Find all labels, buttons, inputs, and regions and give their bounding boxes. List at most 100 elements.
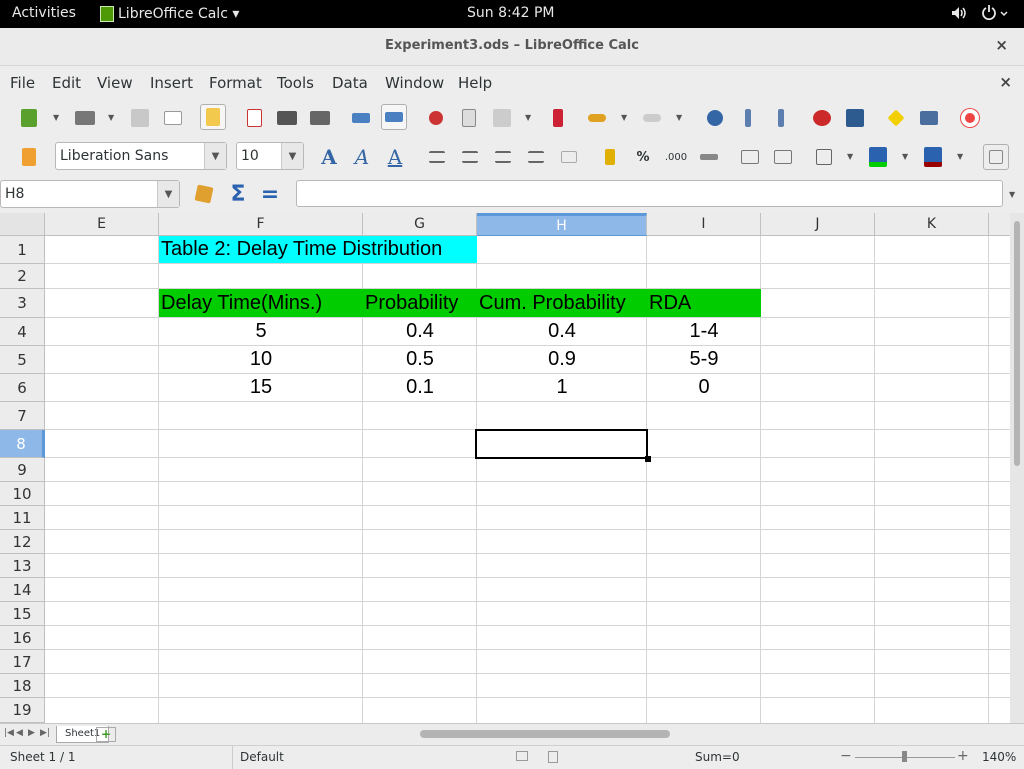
horizontal-scroll-thumb[interactable] — [420, 730, 670, 738]
copy-icon[interactable] — [456, 105, 482, 131]
percent-format-icon[interactable]: % — [630, 144, 656, 170]
help-lifebuoy-icon[interactable] — [957, 105, 983, 131]
undo-dropdown-arrow[interactable]: ▼ — [621, 113, 627, 122]
open-dropdown-arrow[interactable]: ▼ — [108, 113, 114, 122]
increase-indent-icon[interactable] — [770, 144, 796, 170]
power-icon[interactable] — [980, 4, 1010, 22]
menu-tools[interactable]: Tools — [277, 74, 314, 92]
redo-icon[interactable] — [639, 105, 665, 131]
header-rda[interactable]: RDA — [647, 289, 761, 317]
row-header-11[interactable]: 11 — [0, 506, 45, 530]
menu-view[interactable]: View — [97, 74, 133, 92]
table-cell[interactable]: 10 — [159, 346, 363, 373]
menu-edit[interactable]: Edit — [52, 74, 81, 92]
table-cell[interactable]: 0 — [647, 374, 761, 401]
selection-mode-icon[interactable] — [516, 751, 528, 761]
volume-icon[interactable] — [950, 4, 968, 22]
table-cell[interactable]: 5-9 — [647, 346, 761, 373]
row-header-16[interactable]: 16 — [0, 626, 45, 650]
row-header-5[interactable]: 5 — [0, 346, 45, 374]
name-box-dropdown[interactable]: ▼ — [157, 181, 179, 207]
menu-file[interactable]: File — [10, 74, 35, 92]
merge-cells-icon[interactable] — [556, 144, 582, 170]
font-name-dropdown[interactable]: ▼ — [204, 143, 226, 169]
pivot-table-icon[interactable] — [842, 105, 868, 131]
print-preview-icon[interactable] — [307, 105, 333, 131]
paste-icon[interactable] — [489, 105, 515, 131]
row-header-8[interactable]: 8 — [0, 430, 45, 458]
align-right-icon[interactable] — [490, 144, 516, 170]
redo-dropdown-arrow[interactable]: ▼ — [676, 113, 682, 122]
table-cell[interactable]: 0.4 — [363, 318, 477, 345]
row-header-4[interactable]: 4 — [0, 318, 45, 346]
row-header-15[interactable]: 15 — [0, 602, 45, 626]
zoom-in-button[interactable]: + — [957, 748, 969, 764]
name-box[interactable]: H8 ▼ — [0, 180, 180, 208]
background-color-dropdown-arrow[interactable]: ▼ — [902, 152, 908, 161]
email-icon[interactable] — [160, 105, 186, 131]
row-header-13[interactable]: 13 — [0, 554, 45, 578]
last-sheet-nav-icon[interactable]: ▶| — [40, 728, 50, 738]
table-cell[interactable]: 15 — [159, 374, 363, 401]
edit-mode-icon[interactable] — [200, 104, 226, 130]
row-header-18[interactable]: 18 — [0, 674, 45, 698]
cut-icon[interactable] — [423, 105, 449, 131]
row-header-1[interactable]: 1 — [0, 236, 45, 264]
table-cell[interactable]: 0.5 — [363, 346, 477, 373]
align-left-icon[interactable] — [424, 144, 450, 170]
fill-handle[interactable] — [645, 456, 651, 462]
new-dropdown-arrow[interactable]: ▼ — [53, 113, 59, 122]
row-header-3[interactable]: 3 — [0, 289, 45, 318]
table-cell[interactable]: 0.4 — [477, 318, 647, 345]
decrease-indent-icon[interactable] — [737, 144, 763, 170]
font-color-dropdown-arrow[interactable]: ▼ — [957, 152, 963, 161]
print-icon[interactable] — [274, 105, 300, 131]
font-color-icon[interactable] — [920, 144, 946, 170]
zoom-out-button[interactable]: − — [840, 748, 852, 764]
column-header-i[interactable]: I — [647, 213, 761, 236]
activities-button[interactable]: Activities — [12, 5, 76, 21]
column-header-k[interactable]: K — [875, 213, 989, 236]
row-header-9[interactable]: 9 — [0, 458, 45, 482]
table-cell[interactable]: 0.1 — [363, 374, 477, 401]
page-style-status[interactable]: Default — [240, 750, 284, 764]
window-close-button[interactable]: × — [995, 36, 1008, 54]
function-wizard-icon[interactable] — [191, 181, 217, 207]
column-header-partial[interactable] — [989, 213, 1010, 236]
column-header-j[interactable]: J — [761, 213, 875, 236]
row-header-14[interactable]: 14 — [0, 578, 45, 602]
prev-sheet-nav-icon[interactable]: ◀ — [16, 728, 23, 738]
table-title-cell[interactable]: Table 2: Delay Time Distribution — [159, 236, 477, 263]
selected-cell-cursor[interactable] — [475, 429, 648, 459]
background-color-icon[interactable] — [865, 144, 891, 170]
table-cell[interactable]: 1 — [477, 374, 647, 401]
borders-icon[interactable] — [811, 144, 837, 170]
insert-chart-icon[interactable] — [809, 105, 835, 131]
menu-window[interactable]: Window — [385, 74, 444, 92]
spreadsheet-grid[interactable]: E F G H I J K 1 2 3 4 5 6 7 8 9 10 11 12… — [0, 213, 1010, 723]
toolbar-options-icon[interactable] — [983, 144, 1009, 170]
styles-icon[interactable] — [16, 144, 42, 170]
autospellcheck-icon[interactable] — [381, 104, 407, 130]
save-icon[interactable] — [127, 105, 153, 131]
underline-icon[interactable]: A — [382, 144, 408, 170]
hyperlink-icon[interactable] — [702, 105, 728, 131]
paste-dropdown-arrow[interactable]: ▼ — [525, 113, 531, 122]
formula-input[interactable] — [296, 180, 1003, 207]
app-menu-button[interactable]: LibreOffice Calc ▾ — [100, 3, 239, 25]
column-header-e[interactable]: E — [45, 213, 159, 236]
row-header-19[interactable]: 19 — [0, 698, 45, 723]
show-draw-functions-icon[interactable] — [883, 105, 909, 131]
header-delay-time[interactable]: Delay Time(Mins.) — [159, 289, 363, 317]
column-header-h[interactable]: H — [477, 213, 647, 236]
document-close-button[interactable]: × — [999, 73, 1012, 91]
sort-ascending-icon[interactable] — [735, 105, 761, 131]
row-header-12[interactable]: 12 — [0, 530, 45, 554]
borders-dropdown-arrow[interactable]: ▼ — [847, 152, 853, 161]
clock[interactable]: Sun 8:42 PM — [467, 5, 555, 21]
font-size-dropdown[interactable]: ▼ — [281, 143, 303, 169]
table-cell[interactable]: 1-4 — [647, 318, 761, 345]
open-folder-icon[interactable] — [72, 105, 98, 131]
row-header-17[interactable]: 17 — [0, 650, 45, 674]
zoom-level[interactable]: 140% — [982, 750, 1016, 764]
